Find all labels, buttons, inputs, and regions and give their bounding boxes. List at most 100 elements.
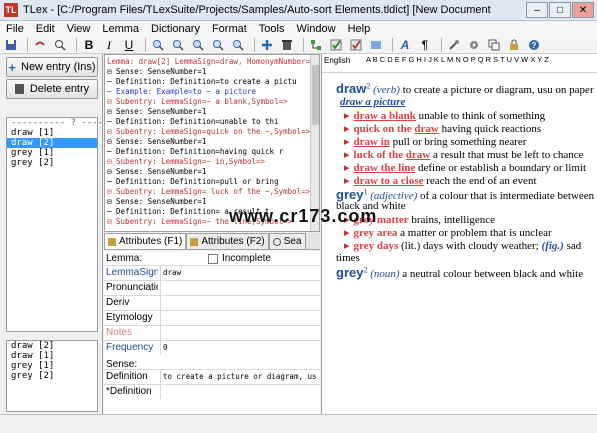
prop-value[interactable]: 0 <box>160 341 316 355</box>
entry-list-top[interactable]: ---------- ? ---------- draw [1] draw [2… <box>6 117 136 332</box>
prop-value[interactable] <box>160 296 316 310</box>
save-icon[interactable] <box>3 38 19 52</box>
prop-row-definition-alt[interactable]: *Definition <box>104 384 320 399</box>
menu-help[interactable]: Help <box>342 23 377 35</box>
tree-node[interactable]: ⊟ Sense: SenseNumber=1 <box>107 197 206 207</box>
entry-list-bottom[interactable]: draw [2] draw [1] grey [1] grey [2] <box>6 340 98 412</box>
menu-view[interactable]: View <box>61 23 97 35</box>
prop-row-definition[interactable]: Definition to create a picture or diagram… <box>104 369 320 384</box>
prop-value[interactable] <box>160 326 316 340</box>
tree-node[interactable]: Lemma: draw[2] LemmaSign=draw, HomonymNu… <box>107 57 319 67</box>
italic-button[interactable]: I <box>101 38 117 52</box>
tree-icon[interactable] <box>308 38 324 52</box>
settings-icon[interactable] <box>466 38 482 52</box>
list-item[interactable]: draw [1] <box>7 351 97 361</box>
lock-icon[interactable] <box>506 38 522 52</box>
alphabet-index[interactable]: A B C D E F G H I J K L M N O P Q R S T … <box>366 56 596 64</box>
prop-value[interactable] <box>160 281 316 295</box>
menu-dictionary[interactable]: Dictionary <box>145 23 206 35</box>
zoom-out-icon[interactable] <box>170 38 186 52</box>
zoom-page-icon[interactable] <box>230 38 246 52</box>
menu-file[interactable]: File <box>0 23 30 35</box>
incomplete-checkbox[interactable]: Incomplete <box>208 253 271 264</box>
tree-scrollbar[interactable] <box>310 55 319 231</box>
tree-node[interactable]: ─ Definition: Definition=having quick r <box>107 147 283 157</box>
tree-node[interactable]: ─ Definition: Definition=to create a pic… <box>107 77 297 87</box>
subentry-term[interactable]: draw <box>414 123 438 135</box>
menu-format[interactable]: Format <box>206 23 253 35</box>
tree-node[interactable]: ⊟ Sense: SenseNumber=1 <box>107 107 206 117</box>
undo-icon[interactable] <box>32 38 48 52</box>
list-item[interactable]: grey [1] <box>7 361 97 371</box>
tab-attributes-f2[interactable]: Attributes (F2) <box>186 233 269 249</box>
list-item[interactable]: draw [2] <box>7 341 97 351</box>
homonym-number: 1 <box>363 187 368 197</box>
subentry-term[interactable]: grey area <box>354 227 398 239</box>
zoom-reset-icon[interactable] <box>210 38 226 52</box>
copy-icon[interactable] <box>486 38 502 52</box>
list-item[interactable]: grey [2] <box>7 158 97 168</box>
tools-icon[interactable] <box>446 38 462 52</box>
menu-lemma[interactable]: Lemma <box>96 23 145 35</box>
menu-window[interactable]: Window <box>290 23 341 35</box>
tree-node[interactable]: ─ Definition: Definition=pull or bring <box>107 177 279 187</box>
tree-node[interactable]: ⊟ Sense: SenseNumber=1 <box>107 167 206 177</box>
export-icon[interactable] <box>368 38 384 52</box>
paragraph-icon[interactable]: ¶ <box>417 38 433 52</box>
prop-row-lemmasign[interactable]: LemmaSign draw <box>104 265 320 280</box>
close-button[interactable]: ✕ <box>572 2 594 18</box>
check-icon[interactable] <box>328 38 344 52</box>
subentry-term[interactable]: draw <box>406 149 430 161</box>
minimize-button[interactable]: – <box>526 2 548 18</box>
help-icon[interactable]: ? <box>526 38 542 52</box>
zoom-in-icon[interactable] <box>150 38 166 52</box>
tree-node[interactable]: ⊟ Sense: SenseNumber=1 <box>107 67 206 77</box>
tree-node[interactable]: ⊟ Subentry: LemmaSign= luck of the ~,Sym… <box>107 187 310 197</box>
menu-tools[interactable]: Tools <box>253 23 291 35</box>
tree-node[interactable]: ─ Definition: Definition=unable to thi <box>107 117 279 127</box>
subentry-term[interactable]: draw in <box>354 136 390 148</box>
tab-search[interactable]: Sea <box>268 233 306 249</box>
prop-value[interactable] <box>160 311 316 325</box>
list-item[interactable]: draw [1] <box>7 128 97 138</box>
zoom-fit-icon[interactable] <box>190 38 206 52</box>
subentry-term[interactable]: draw to a close <box>354 175 424 187</box>
prop-row-deriv[interactable]: Deriv <box>104 295 320 310</box>
tree-node[interactable]: ⊟ Sense: SenseNumber=1 <box>107 137 206 147</box>
prop-value[interactable] <box>160 385 316 399</box>
underline-button[interactable]: U <box>121 38 137 52</box>
subentry-term[interactable]: draw the line <box>354 162 416 174</box>
tree-node[interactable]: ⊟ Subentry: LemmaSign=quick on the ~,Sym… <box>107 127 310 137</box>
toolbar-separator <box>145 38 146 52</box>
prop-row-pronunciation[interactable]: Pronunciation <box>104 280 320 295</box>
menu-edit[interactable]: Edit <box>30 23 61 35</box>
tree-node[interactable]: ─ Example: Example=to ~ a picture <box>107 87 256 97</box>
prop-row-frequency[interactable]: Frequency 0 <box>104 340 320 355</box>
tree-node[interactable]: ⊟ Subentry: LemmaSign=~ in,Symbol=> <box>107 157 265 167</box>
maximize-button[interactable]: □ <box>549 2 571 18</box>
font-icon[interactable]: A <box>397 38 413 52</box>
list-item[interactable]: grey [2] <box>7 371 97 381</box>
add-icon[interactable] <box>259 38 275 52</box>
list-item[interactable]: grey [1] <box>7 148 97 158</box>
tree-node[interactable]: ⊟ Subentry: LemmaSign=~ a blank,Symbol=> <box>107 97 288 107</box>
list-item-selected[interactable]: draw [2] <box>7 138 97 148</box>
delete-icon[interactable] <box>279 38 295 52</box>
subentry-term[interactable]: draw a blank <box>354 110 416 122</box>
tab-attributes-f1[interactable]: Attributes (F1) <box>104 233 187 249</box>
subentry-line: ▸ draw a blank unable to think of somethi… <box>344 109 545 122</box>
bold-button[interactable]: B <box>81 38 97 52</box>
spell-icon[interactable] <box>348 38 364 52</box>
find-icon[interactable] <box>52 38 68 52</box>
subentry-def: unable to think of something <box>418 110 546 122</box>
checkbox-box[interactable] <box>208 253 218 264</box>
toolbar: B I U A ¶ ? <box>0 37 597 54</box>
delete-entry-button[interactable]: Delete entry <box>6 79 98 99</box>
prop-row-etymology[interactable]: Etymology <box>104 310 320 325</box>
scrollbar-thumb[interactable] <box>312 65 319 125</box>
prop-value[interactable]: draw <box>160 266 316 280</box>
new-entry-button[interactable]: + New entry (Ins) <box>6 57 98 77</box>
subentry-term[interactable]: grey days <box>354 240 399 252</box>
prop-value[interactable]: to create a picture or diagram, usu <box>160 370 316 384</box>
prop-row-notes[interactable]: Notes <box>104 325 320 340</box>
